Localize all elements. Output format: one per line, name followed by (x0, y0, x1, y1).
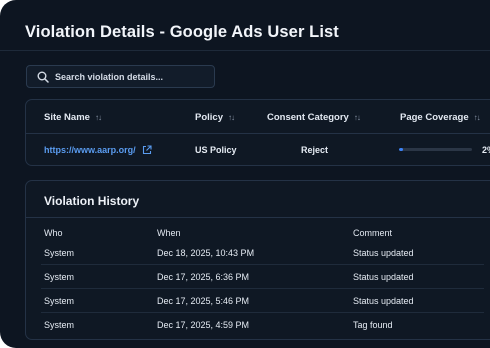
comment-cell: Status updated (353, 272, 414, 282)
column-when: When (157, 228, 181, 238)
consent-value: Reject (301, 145, 329, 155)
history-row: System Dec 17, 2025, 5:46 PM Status upda… (41, 289, 484, 313)
comment-cell: Status updated (353, 296, 414, 306)
external-link-icon[interactable] (142, 145, 152, 155)
sites-table-header: Site Name ↑↓ Policy ↑↓ Consent Category ↑↓ … (26, 100, 490, 134)
column-policy[interactable]: Policy ↑↓ (195, 112, 235, 123)
when-cell: Dec 18, 2025, 10:43 PM (157, 248, 255, 258)
history-divider (26, 217, 490, 218)
history-title: Violation History (44, 194, 140, 208)
who-cell: System (44, 248, 75, 258)
history-row: System Dec 17, 2025, 6:36 PM Status upda… (41, 265, 484, 289)
coverage-progress-bar (399, 148, 472, 151)
comment-cell: Tag found (353, 320, 393, 330)
column-label: Site Name (44, 112, 90, 123)
column-label: Policy (195, 112, 223, 123)
history-row: System Dec 17, 2025, 4:59 PM Tag found (41, 313, 484, 337)
when-cell: Dec 17, 2025, 6:36 PM (157, 272, 250, 282)
column-comment: Comment (353, 228, 393, 238)
history-row: System Dec 18, 2025, 10:43 PM Status upd… (41, 241, 484, 265)
column-label: Consent Category (267, 112, 349, 123)
sort-icon[interactable]: ↑↓ (95, 113, 102, 122)
sort-icon[interactable]: ↑↓ (474, 113, 481, 122)
search-placeholder: Search violation details... (55, 71, 164, 82)
coverage-progress-fill (399, 148, 403, 151)
coverage-percent: 2% (482, 145, 490, 155)
column-site-name[interactable]: Site Name ↑↓ (44, 112, 102, 123)
site-link[interactable]: https://www.aarp.org/ (44, 145, 152, 155)
who-cell: System (44, 320, 75, 330)
policy-value: US Policy (195, 145, 237, 155)
column-who: Who (44, 228, 63, 238)
when-cell: Dec 17, 2025, 4:59 PM (157, 320, 250, 330)
who-cell: System (44, 296, 75, 306)
page-title: Violation Details - Google Ads User List (25, 23, 339, 41)
who-cell: System (44, 272, 75, 282)
violation-details-panel: Violation Details - Google Ads User List… (0, 0, 490, 348)
violation-history-card: Violation History Who When Comment Syste… (25, 180, 490, 340)
sort-icon[interactable]: ↑↓ (354, 113, 361, 122)
search-icon (37, 71, 49, 83)
comment-cell: Status updated (353, 248, 414, 258)
search-input[interactable]: Search violation details... (26, 65, 215, 88)
sites-table: Site Name ↑↓ Policy ↑↓ Consent Category ↑↓ … (25, 99, 490, 166)
column-page-coverage[interactable]: Page Coverage ↑↓ (400, 112, 481, 123)
when-cell: Dec 17, 2025, 5:46 PM (157, 296, 250, 306)
site-url[interactable]: https://www.aarp.org/ (44, 145, 136, 155)
header-divider (0, 50, 490, 51)
column-label: Page Coverage (400, 112, 469, 123)
column-consent-category[interactable]: Consent Category ↑↓ (267, 112, 361, 123)
sort-icon[interactable]: ↑↓ (228, 113, 235, 122)
